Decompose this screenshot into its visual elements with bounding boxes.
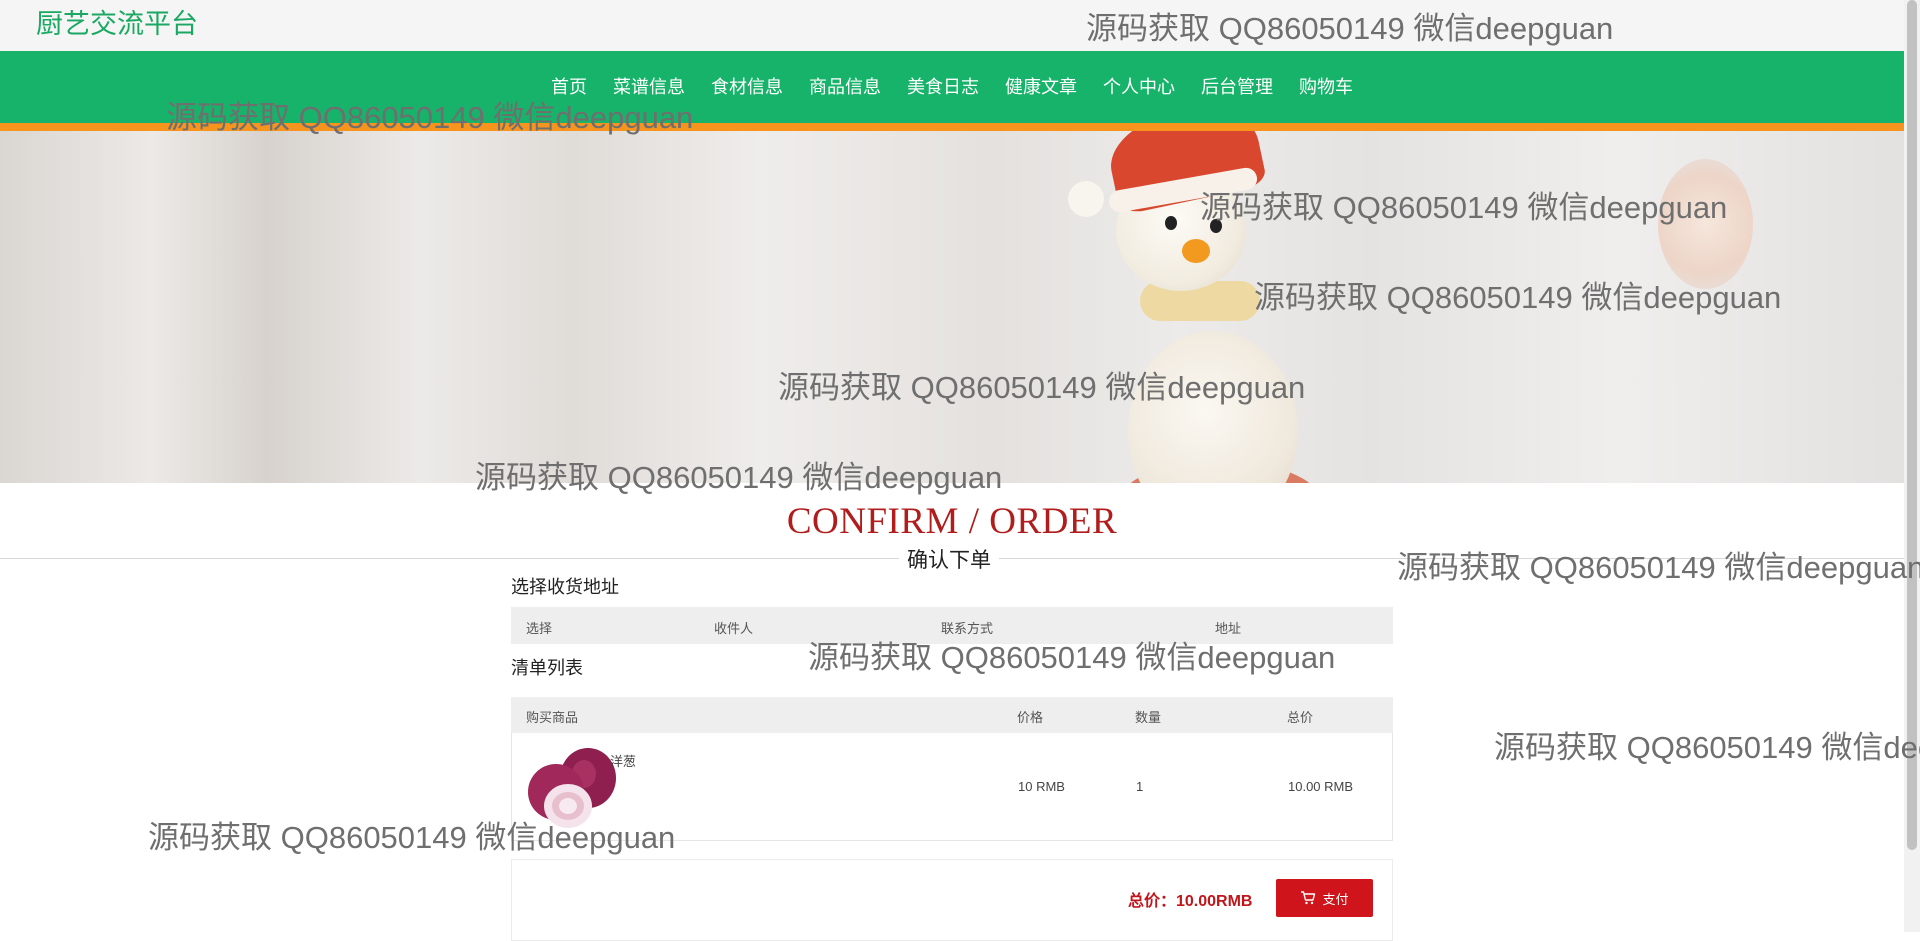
order-total: 总价：10.00RMB [1128,893,1253,910]
address-col-select: 选择 [526,621,553,636]
product-price: 10 RMB [1018,779,1065,794]
site-brand[interactable]: 厨艺交流平台 [36,6,198,42]
nav-item-cart[interactable]: 购物车 [1286,51,1366,123]
scrollbar-thumb[interactable] [1907,0,1917,850]
snowman-body [1128,331,1298,483]
product-name[interactable]: 洋葱 [610,751,636,770]
nav-item-food-diary[interactable]: 美食日志 [894,51,992,123]
pay-button-label: 支付 [1322,891,1349,907]
snowman-eye-right [1210,219,1222,233]
pay-button[interactable]: 支付 [1276,879,1373,917]
section-subtitle: 确认下单 [899,544,999,574]
nav-item-home[interactable]: 首页 [538,51,600,123]
snowman-nose [1182,239,1210,263]
nav-item-admin[interactable]: 后台管理 [1188,51,1286,123]
watermark-text: 源码获取 QQ86050149 微信deepguan [1494,730,1920,765]
order-col-total: 总价 [1287,710,1314,725]
order-col-product: 购买商品 [526,710,579,725]
address-section-label: 选择收货地址 [511,577,619,597]
nav-item-recipes[interactable]: 菜谱信息 [600,51,698,123]
nav-item-health-articles[interactable]: 健康文章 [992,51,1090,123]
table-row: 洋葱 10 RMB 1 10.00 RMB [511,733,1393,841]
snowman-eye-left [1165,216,1177,230]
order-col-price: 价格 [1017,710,1044,725]
hero-banner [0,131,1904,483]
order-table-header: 购买商品 价格 数量 总价 [511,697,1393,733]
address-table-header: 选择 收件人 联系方式 地址 [511,607,1393,644]
order-col-quantity: 数量 [1135,710,1162,725]
watermark-text: 源码获取 QQ86050149 微信deepguan [1397,550,1920,585]
main-nav: 首页 菜谱信息 食材信息 商品信息 美食日志 健康文章 个人中心 后台管理 购物… [0,51,1904,123]
address-col-address: 地址 [1215,621,1242,636]
product-total: 10.00 RMB [1288,779,1354,794]
nav-item-ingredients[interactable]: 食材信息 [698,51,796,123]
nav-item-personal-center[interactable]: 个人中心 [1090,51,1188,123]
address-col-recipient: 收件人 [714,621,754,636]
order-summary-box [511,859,1393,941]
nav-accent-line [0,123,1904,131]
cart-icon [1301,891,1316,905]
address-col-contact: 联系方式 [941,621,994,636]
snowman-hat-pom [1068,181,1104,217]
top-bar [0,0,1904,51]
order-list-label: 清单列表 [511,658,583,678]
nav-item-products[interactable]: 商品信息 [796,51,894,123]
banner-light-orb [1658,159,1753,289]
onion-image[interactable] [526,740,618,832]
product-quantity: 1 [1136,779,1144,794]
section-title: CONFIRM / ORDER [786,501,1118,542]
